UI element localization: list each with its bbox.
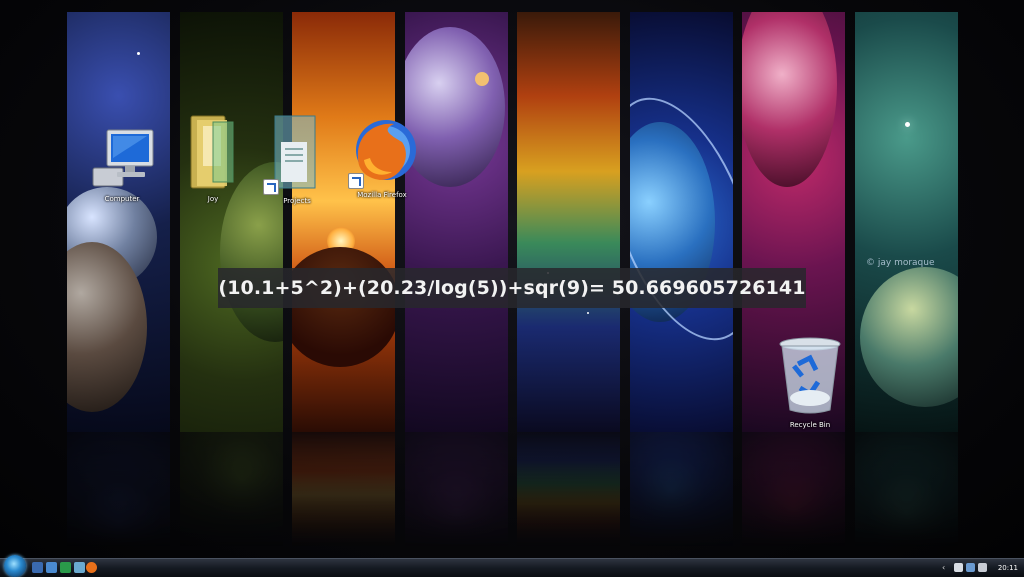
wallpaper-panel — [180, 12, 283, 432]
desktop-icon-joy[interactable]: Joy — [175, 112, 251, 203]
show-desktop-icon[interactable] — [32, 562, 43, 573]
firefox-icon[interactable] — [86, 562, 97, 573]
volume-icon[interactable] — [978, 563, 987, 572]
wallpaper-reflection — [630, 432, 733, 547]
wallpaper-panel — [630, 12, 733, 432]
clock[interactable]: 20:11 — [998, 559, 1018, 577]
wallpaper-panel — [292, 12, 395, 432]
start-button[interactable] — [4, 555, 26, 577]
shortcut-arrow-icon — [348, 173, 364, 189]
wallpaper-reflection — [292, 432, 395, 547]
taskbar: ‹ 20:11 — [0, 555, 1024, 577]
calculator-overlay: (10.1+5^2)+(20.23/log(5))+sqr(9)= 50.669… — [218, 268, 806, 308]
desktop-icon-recycle-bin[interactable]: Recycle Bin — [772, 336, 848, 429]
icon-label: Computer — [104, 195, 140, 203]
security-shield-icon[interactable] — [954, 563, 963, 572]
desktop[interactable]: Computer Joy Projects Mozilla Firefox Re… — [0, 0, 1024, 558]
wallpaper-reflection — [405, 432, 508, 547]
icon-label: Projects — [283, 197, 311, 205]
chevron-left-icon[interactable]: ‹ — [942, 563, 951, 572]
recycle-bin-icon — [779, 337, 841, 414]
wallpaper-reflection — [180, 432, 283, 547]
icon-label: Recycle Bin — [789, 421, 831, 429]
shortcut-arrow-icon — [263, 179, 279, 195]
wallpaper-panel — [405, 12, 508, 432]
icon-label: Mozilla Firefox — [357, 191, 407, 199]
switch-windows-icon[interactable] — [46, 562, 57, 573]
desktop-icon-firefox[interactable]: Mozilla Firefox — [344, 118, 420, 199]
system-tray: ‹ 20:11 — [940, 559, 1024, 577]
computer-icon — [92, 129, 154, 187]
icon-label: Joy — [207, 195, 219, 203]
wallpaper-reflection — [67, 432, 170, 547]
wallpaper-reflection — [517, 432, 620, 547]
folder-icon — [190, 115, 234, 189]
wallpaper-watermark: © jay moraque — [866, 258, 935, 268]
media-player-icon[interactable] — [60, 562, 71, 573]
wallpaper-reflection — [855, 432, 958, 547]
folder-icon[interactable] — [74, 562, 85, 573]
wallpaper-panel — [517, 12, 620, 432]
wallpaper-panel — [855, 12, 958, 432]
network-icon[interactable] — [966, 563, 975, 572]
desktop-icon-projects[interactable]: Projects — [259, 112, 335, 205]
calculator-expression-result: (10.1+5^2)+(20.23/log(5))+sqr(9)= 50.669… — [218, 277, 806, 299]
desktop-icon-computer[interactable]: Computer — [84, 126, 160, 203]
wallpaper-panel — [67, 12, 170, 432]
wallpaper-reflection — [742, 432, 845, 547]
